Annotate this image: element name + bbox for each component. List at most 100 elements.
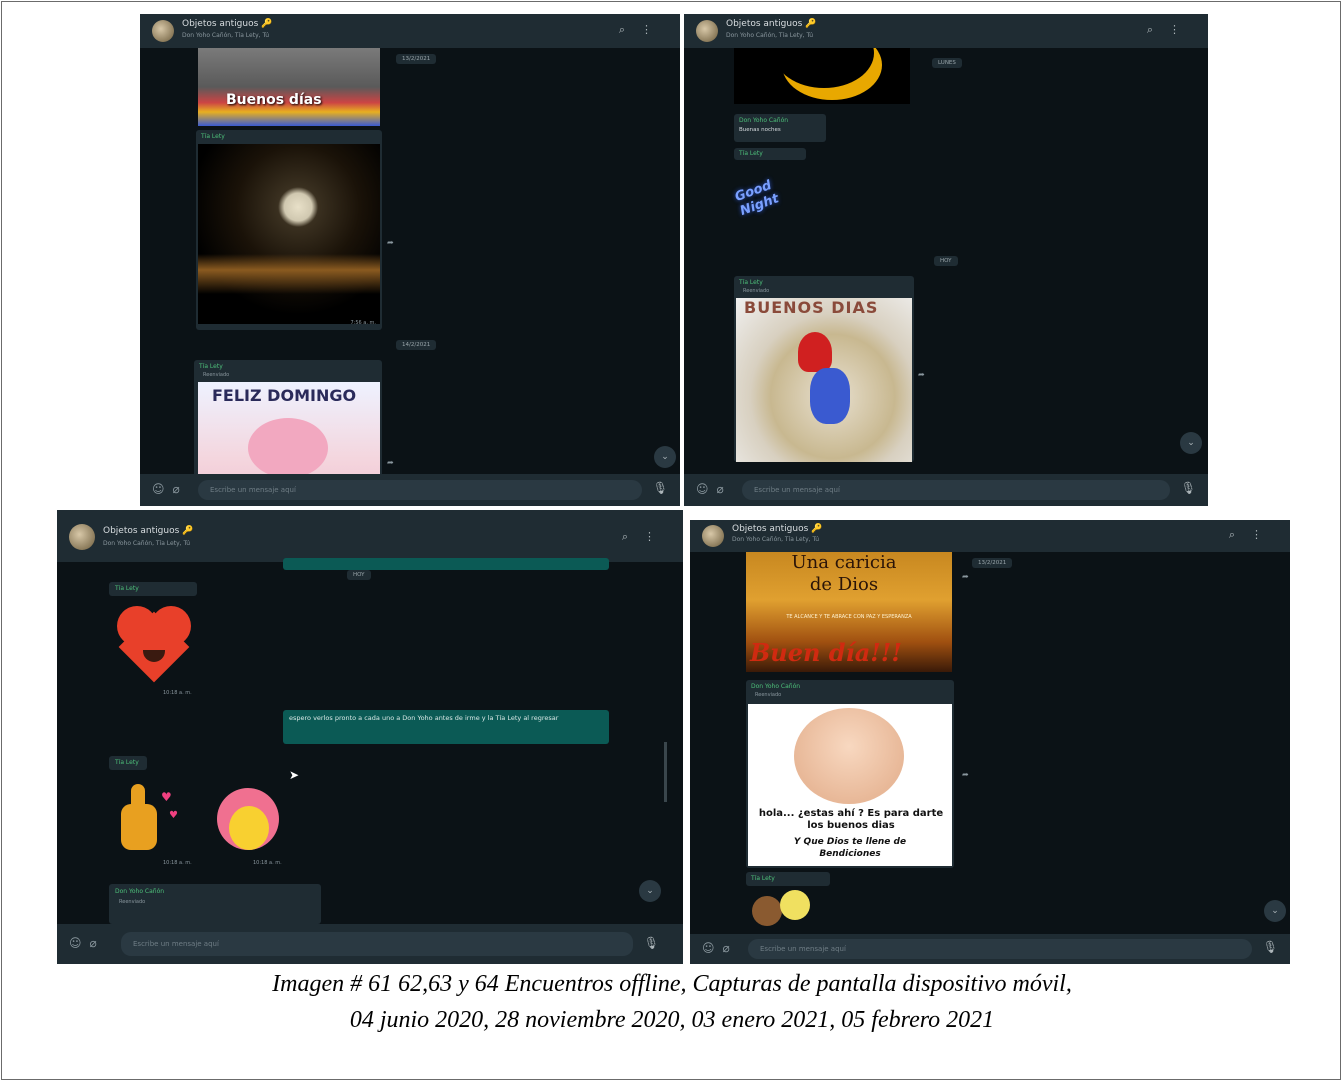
outgoing-message[interactable] bbox=[283, 558, 609, 570]
sender-name: Tía Lety bbox=[199, 363, 223, 370]
image-caption: FELIZ DOMINGO bbox=[212, 386, 357, 405]
sender-name: Tía Lety bbox=[739, 279, 763, 286]
share-icon[interactable]: ➦ bbox=[387, 238, 394, 247]
attach-icon[interactable]: ⌀ bbox=[90, 936, 105, 950]
screenshot-3: Objetos antiguos 🔑 Don Yoho Cañón, Tía L… bbox=[57, 510, 683, 964]
chat-area[interactable]: Buenos días 13/2/2021 Tía Lety 7:56 a. m… bbox=[140, 48, 680, 506]
message-time: 10:18 a. m. bbox=[253, 860, 282, 866]
message-input[interactable]: Escribe un mensaje aquí bbox=[748, 939, 1252, 959]
date-separator: HOY bbox=[347, 570, 371, 580]
share-icon[interactable]: ➦ bbox=[962, 572, 969, 581]
chick-heart-sticker[interactable] bbox=[213, 788, 283, 858]
chat-header[interactable]: Objetos antiguos 🔑 Don Yoho Cañón, Tía L… bbox=[684, 14, 1208, 48]
chat-area[interactable]: HOY Tía Lety 10:18 a. m. espero verlos p… bbox=[57, 558, 683, 924]
chat-header[interactable]: Objetos antiguos 🔑 Don Yoho Cañón, Tía L… bbox=[140, 14, 680, 48]
group-title: Objetos antiguos 🔑 bbox=[182, 19, 273, 29]
message-bubble[interactable]: Tía Lety 7:56 a. m. bbox=[196, 130, 382, 330]
search-icon[interactable]: ⌕ bbox=[619, 23, 641, 36]
emoji-icon[interactable]: ☺ bbox=[152, 482, 173, 496]
search-icon[interactable]: ⌕ bbox=[1147, 23, 1169, 36]
date-separator: HOY bbox=[934, 256, 958, 266]
attach-icon[interactable]: ⌀ bbox=[173, 482, 188, 496]
sender-name: Don Yoho Cañón bbox=[751, 683, 801, 690]
full-moon-image[interactable] bbox=[198, 144, 380, 324]
group-members: Don Yoho Cañón, Tía Lety, Tú bbox=[726, 32, 813, 39]
group-title: Objetos antiguos 🔑 bbox=[103, 526, 194, 536]
baby-image[interactable]: hola... ¿estas ahí ? Es para darte los b… bbox=[748, 704, 952, 866]
scroll-down-button[interactable]: ⌄ bbox=[639, 880, 661, 902]
image-caption: Y Que Dios te llene de Bendiciones bbox=[793, 837, 907, 859]
screenshot-1: Objetos antiguos 🔑 Don Yoho Cañón, Tía L… bbox=[140, 14, 680, 506]
group-members: Don Yoho Cañón, Tía Lety, Tú bbox=[182, 32, 269, 39]
emoji-icon[interactable]: ☺ bbox=[702, 941, 723, 955]
message-text: Buenas noches bbox=[739, 127, 781, 133]
group-avatar[interactable] bbox=[152, 20, 174, 42]
group-avatar[interactable] bbox=[702, 525, 724, 547]
menu-icon[interactable]: ⋮ bbox=[641, 23, 668, 36]
figure-caption-line-1: Imagen # 61 62,63 y 64 Encuentros offlin… bbox=[272, 971, 1072, 997]
caricia-de-dios-image[interactable]: Una caricia de Dios TE ALCANCE Y TE ABRA… bbox=[746, 552, 952, 672]
outgoing-message[interactable]: espero verlos pronto a cada uno a Don Yo… bbox=[283, 710, 609, 744]
date-separator: 13/2/2021 bbox=[396, 54, 437, 64]
emoji-icon[interactable]: ☺ bbox=[696, 482, 717, 496]
moon-image[interactable] bbox=[734, 48, 910, 104]
message-bubble[interactable]: Tía Lety bbox=[109, 756, 147, 770]
chat-header[interactable]: Objetos antiguos 🔑 Don Yoho Cañón, Tía L… bbox=[690, 520, 1290, 552]
chat-area[interactable]: Una caricia de Dios TE ALCANCE Y TE ABRA… bbox=[690, 552, 1290, 934]
message-bubble[interactable]: Tía Lety bbox=[734, 148, 806, 160]
mic-icon[interactable]: 🎙 bbox=[1263, 940, 1278, 954]
sender-name: Don Yoho Cañón bbox=[115, 888, 165, 895]
share-icon[interactable]: ➦ bbox=[918, 370, 925, 379]
scrollbar[interactable] bbox=[664, 742, 667, 802]
mic-icon[interactable]: 🎙 bbox=[653, 481, 668, 495]
search-icon[interactable]: ⌕ bbox=[1229, 528, 1251, 541]
message-input[interactable]: Escribe un mensaje aquí bbox=[121, 932, 633, 956]
message-bubble[interactable]: Tía Lety bbox=[109, 582, 197, 596]
chat-footer: ☺⌀ Escribe un mensaje aquí 🎙 bbox=[140, 474, 680, 506]
message-input[interactable]: Escribe un mensaje aquí bbox=[198, 480, 642, 500]
menu-icon[interactable]: ⋮ bbox=[1251, 528, 1278, 541]
chat-footer: ☺⌀ Escribe un mensaje aquí 🎙 bbox=[684, 474, 1208, 506]
group-avatar[interactable] bbox=[696, 20, 718, 42]
message-bubble[interactable]: Don Yoho Cañón Reenviado hola... ¿estas … bbox=[746, 680, 954, 868]
mic-icon[interactable]: 🎙 bbox=[1181, 481, 1196, 495]
message-bubble[interactable]: Tía Lety Reenviado BUENOS DIAS bbox=[734, 276, 914, 462]
forwarded-label: Reenviado bbox=[743, 288, 770, 294]
mic-icon[interactable]: 🎙 bbox=[644, 936, 659, 950]
woody-woodpecker-image[interactable]: BUENOS DIAS bbox=[736, 298, 912, 462]
date-separator: LUNES bbox=[932, 58, 962, 68]
share-icon[interactable]: ➦ bbox=[962, 770, 969, 779]
scroll-down-button[interactable]: ⌄ bbox=[1180, 432, 1202, 454]
attach-icon[interactable]: ⌀ bbox=[717, 482, 732, 496]
image-caption: BUENOS DIAS bbox=[744, 298, 879, 317]
message-bubble[interactable]: Tía Lety bbox=[746, 872, 830, 886]
search-icon[interactable]: ⌕ bbox=[622, 530, 644, 543]
group-avatar[interactable] bbox=[69, 524, 95, 550]
bear-flowers-sticker[interactable] bbox=[752, 890, 822, 930]
heart-eyes-sticker[interactable] bbox=[117, 606, 193, 683]
menu-icon[interactable]: ⋮ bbox=[644, 530, 671, 543]
image-subcaption: TE ALCANCE Y TE ABRACE CON PAZ Y ESPERAN… bbox=[786, 614, 912, 620]
buenos-dias-image[interactable]: Buenos días bbox=[198, 48, 380, 126]
thumbs-up-sticker[interactable]: ♥ ♥ bbox=[117, 784, 187, 854]
scroll-down-button[interactable]: ⌄ bbox=[1264, 900, 1286, 922]
message-time: 10:18 a. m. bbox=[163, 690, 192, 696]
message-bubble[interactable]: Don Yoho Cañón Buenas noches bbox=[734, 114, 826, 142]
image-caption: hola... ¿estas ahí ? Es para darte los b… bbox=[758, 808, 944, 831]
emoji-icon[interactable]: ☺ bbox=[69, 936, 90, 950]
message-input[interactable]: Escribe un mensaje aquí bbox=[742, 480, 1170, 500]
mouse-cursor: ➤ bbox=[289, 768, 300, 782]
scroll-down-button[interactable]: ⌄ bbox=[654, 446, 676, 468]
chat-area[interactable]: LUNES Don Yoho Cañón Buenas noches Tía L… bbox=[684, 48, 1208, 474]
screenshot-2: Objetos antiguos 🔑 Don Yoho Cañón, Tía L… bbox=[684, 14, 1208, 506]
screenshot-4: Objetos antiguos 🔑 Don Yoho Cañón, Tía L… bbox=[690, 520, 1290, 964]
sender-name: Tía Lety bbox=[739, 150, 763, 157]
chat-header[interactable]: Objetos antiguos 🔑 Don Yoho Cañón, Tía L… bbox=[57, 510, 683, 562]
good-night-sticker[interactable]: Good Night bbox=[733, 167, 809, 219]
date-separator: 13/2/2021 bbox=[972, 558, 1013, 568]
message-time: 10:18 a. m. bbox=[163, 860, 192, 866]
share-icon[interactable]: ➦ bbox=[387, 458, 394, 467]
message-bubble[interactable]: Don Yoho Cañón Reenviado bbox=[109, 884, 321, 924]
attach-icon[interactable]: ⌀ bbox=[723, 941, 738, 955]
menu-icon[interactable]: ⋮ bbox=[1169, 23, 1196, 36]
